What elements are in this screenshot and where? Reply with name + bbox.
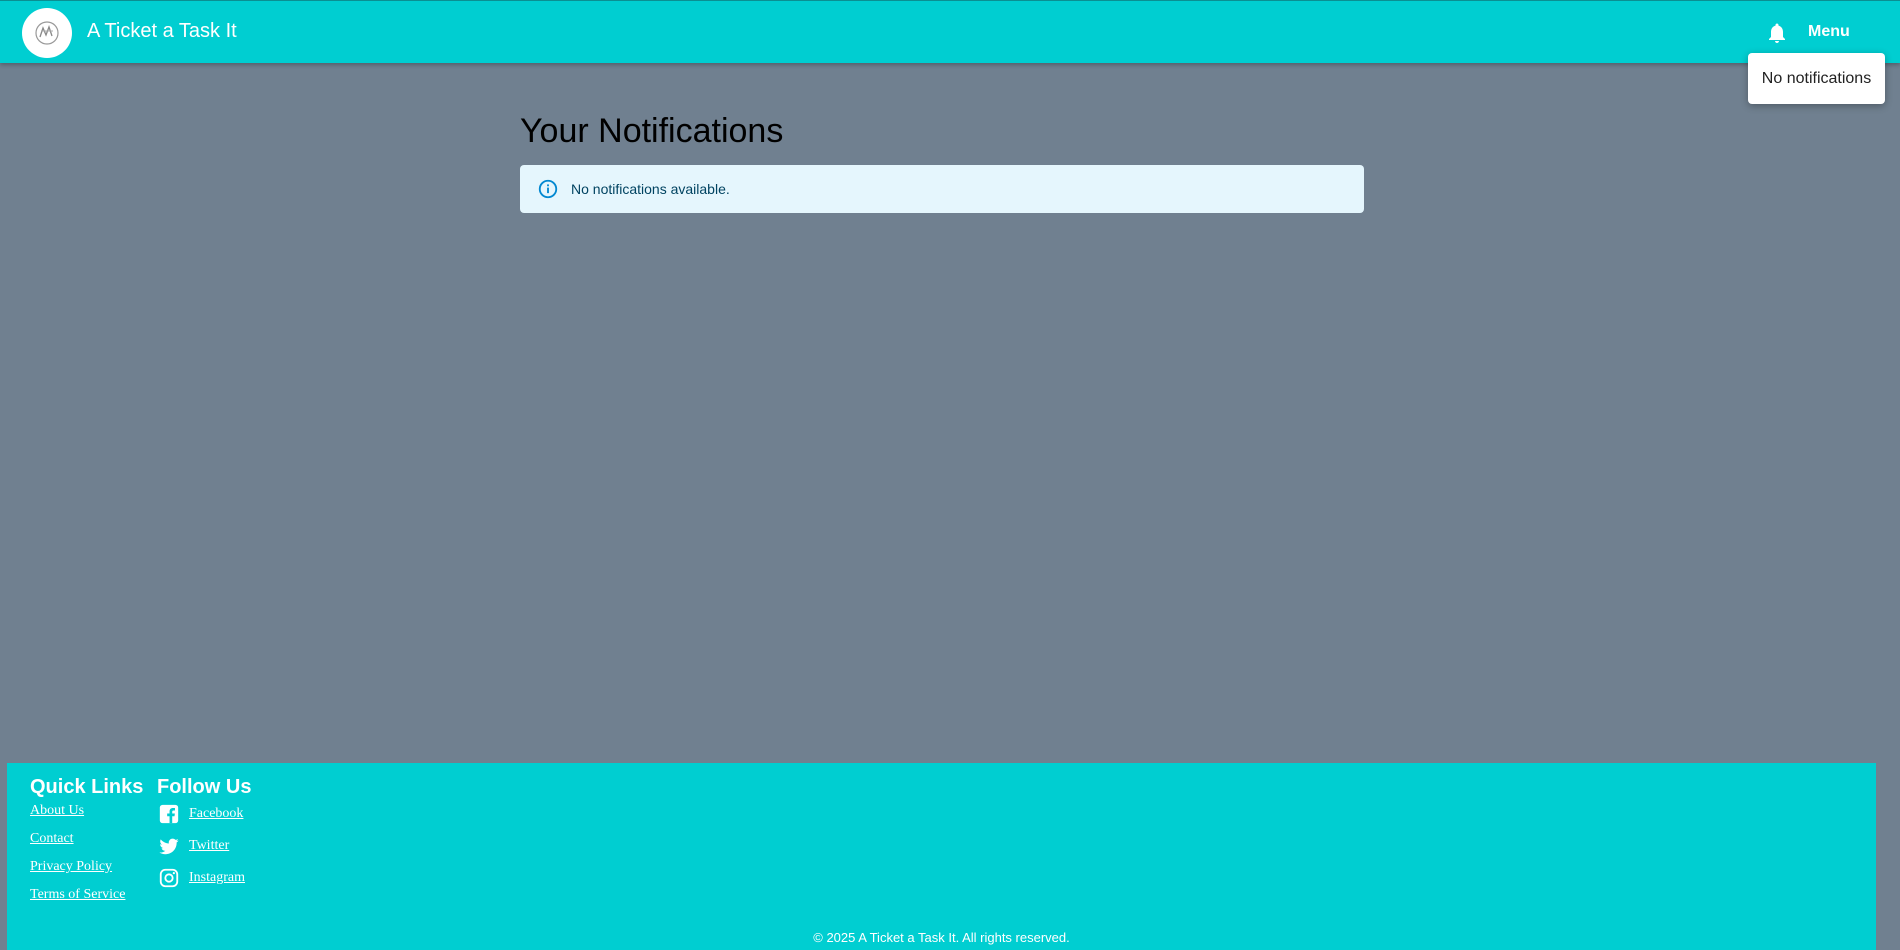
contact-link[interactable]: Contact bbox=[30, 831, 74, 847]
top-navbar: A Ticket a Task It Menu bbox=[0, 0, 1900, 63]
quick-links-title: Quick Links bbox=[30, 776, 144, 798]
twitter-link[interactable]: Twitter bbox=[189, 838, 229, 854]
facebook-icon[interactable] bbox=[158, 803, 180, 825]
notifications-dropdown-text: No notifications bbox=[1761, 69, 1872, 87]
menu-button[interactable]: Menu bbox=[1808, 23, 1850, 41]
terms-of-service-link[interactable]: Terms of Service bbox=[30, 887, 125, 903]
facebook-link[interactable]: Facebook bbox=[189, 806, 243, 822]
info-icon bbox=[538, 179, 558, 199]
instagram-link[interactable]: Instagram bbox=[189, 870, 245, 886]
twitter-icon[interactable] bbox=[158, 835, 180, 857]
follow-us-title: Follow Us bbox=[157, 776, 252, 798]
notifications-dropdown: No notifications bbox=[1748, 53, 1885, 104]
privacy-policy-link[interactable]: Privacy Policy bbox=[30, 859, 112, 875]
bell-icon[interactable] bbox=[1765, 21, 1789, 45]
alert-text: No notifications available. bbox=[571, 181, 730, 197]
page-title: Your Notifications bbox=[520, 112, 784, 150]
about-us-link[interactable]: About Us bbox=[30, 803, 84, 819]
logo[interactable] bbox=[22, 8, 72, 58]
logo-icon bbox=[35, 21, 59, 45]
footer: Quick Links About Us Contact Privacy Pol… bbox=[7, 763, 1876, 950]
copyright-text: © 2025 A Ticket a Task It. All rights re… bbox=[813, 930, 1070, 945]
info-alert: No notifications available. bbox=[520, 165, 1364, 213]
brand-title[interactable]: A Ticket a Task It bbox=[87, 20, 237, 43]
instagram-icon[interactable] bbox=[158, 867, 180, 889]
